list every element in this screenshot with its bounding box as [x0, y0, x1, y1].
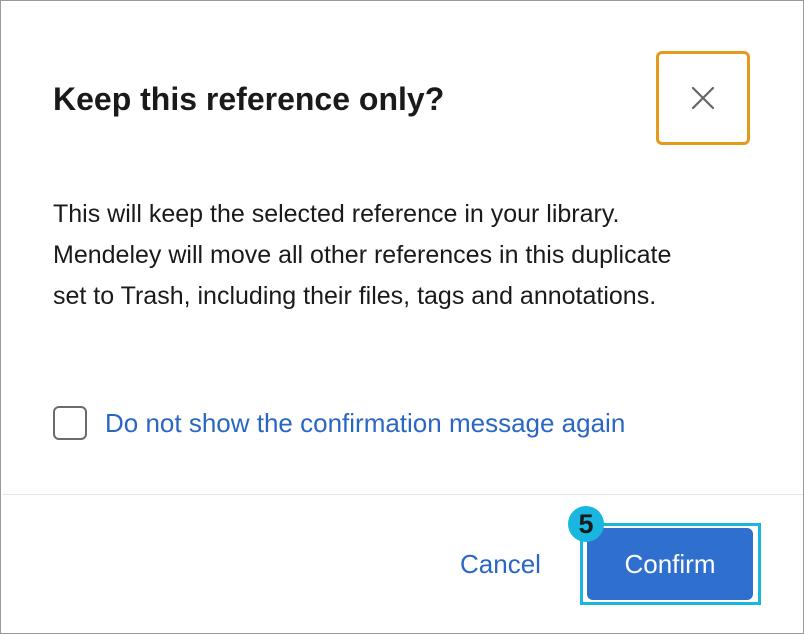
dont-show-again-label[interactable]: Do not show the confirmation message aga…: [105, 408, 625, 439]
dialog-title: Keep this reference only?: [53, 81, 445, 117]
close-button[interactable]: [656, 51, 750, 145]
confirmation-dialog: Keep this reference only? This will keep…: [0, 0, 804, 634]
cancel-button[interactable]: Cancel: [446, 538, 555, 590]
step-badge: 5: [568, 506, 604, 542]
dont-show-again-checkbox[interactable]: [53, 406, 87, 440]
footer-divider: [3, 494, 803, 495]
confirm-button[interactable]: Confirm: [587, 528, 753, 600]
dialog-message: This will keep the selected reference in…: [53, 200, 672, 310]
dont-show-again-row[interactable]: Do not show the confirmation message aga…: [53, 406, 625, 440]
close-icon: [691, 86, 715, 110]
